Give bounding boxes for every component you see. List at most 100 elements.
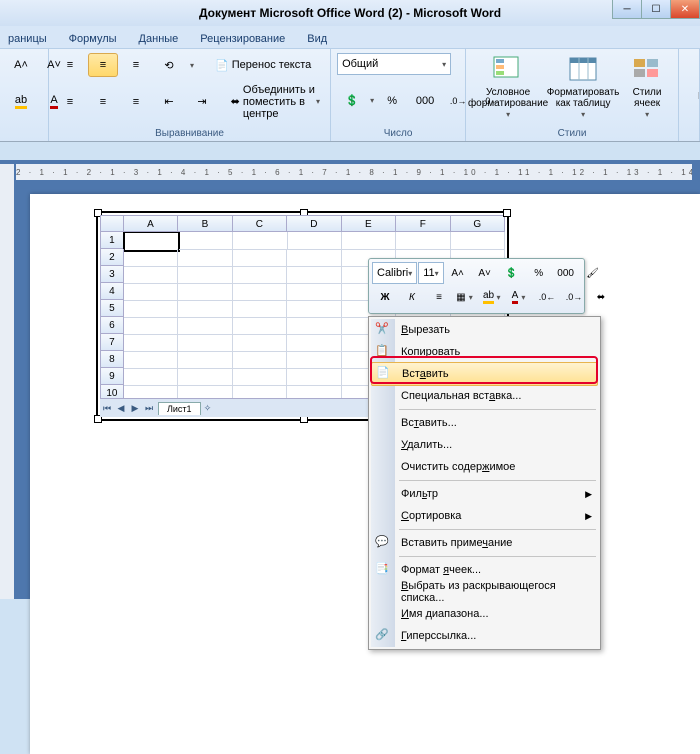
ctx-name-range[interactable]: Имя диапазона...: [371, 603, 598, 625]
align-middle-button[interactable]: ≡: [88, 53, 118, 77]
cell[interactable]: [124, 249, 178, 267]
number-format-combo[interactable]: Общий▾: [337, 53, 451, 75]
row-header[interactable]: 8: [100, 351, 124, 368]
cell[interactable]: [287, 368, 341, 386]
select-all-corner[interactable]: [100, 215, 124, 232]
mini-format-painter[interactable]: 🖌: [580, 262, 606, 284]
accounting-format-button[interactable]: 💲: [337, 89, 367, 113]
fill-color-button[interactable]: ab: [6, 90, 36, 114]
maximize-button[interactable]: ☐: [641, 0, 671, 19]
tab-review[interactable]: Рецензирование: [192, 30, 293, 48]
cell[interactable]: [287, 300, 341, 318]
mini-inc-decimal[interactable]: .0→: [561, 286, 587, 308]
vertical-ruler[interactable]: [0, 164, 14, 599]
mini-italic[interactable]: К: [399, 286, 425, 308]
tab-pages[interactable]: раницы: [0, 30, 55, 48]
mini-font-combo[interactable]: Calibri▾: [372, 262, 417, 284]
cell[interactable]: [178, 300, 232, 318]
cell[interactable]: [124, 334, 178, 352]
cell[interactable]: [233, 283, 287, 301]
col-header-c[interactable]: C: [233, 215, 287, 232]
grow-font-button[interactable]: A˄: [6, 53, 36, 77]
row-header[interactable]: 4: [100, 283, 124, 300]
cell[interactable]: [124, 368, 178, 386]
row-header[interactable]: 10: [100, 385, 124, 398]
col-header-e[interactable]: E: [342, 215, 396, 232]
format-as-table-button[interactable]: Форматировать как таблицу▾: [547, 52, 619, 120]
row-header[interactable]: 6: [100, 317, 124, 334]
sheet-nav-last[interactable]: ⏭: [142, 403, 156, 414]
increase-indent-button[interactable]: ⇥: [187, 90, 217, 114]
mini-grow-font[interactable]: A˄: [445, 262, 471, 284]
cell[interactable]: [233, 334, 287, 352]
mini-comma[interactable]: 000: [553, 262, 579, 284]
col-header-d[interactable]: D: [287, 215, 341, 232]
mini-percent[interactable]: %: [526, 262, 552, 284]
cell[interactable]: [124, 385, 178, 398]
mini-shrink-font[interactable]: A˅: [472, 262, 498, 284]
new-sheet-button[interactable]: ✧: [201, 403, 215, 414]
ctx-filter[interactable]: Фильтр▶: [371, 483, 598, 505]
ctx-paste[interactable]: 📄Вставить: [371, 362, 598, 386]
cell[interactable]: [233, 351, 287, 369]
cell[interactable]: [124, 300, 178, 318]
cell[interactable]: [179, 232, 233, 250]
close-button[interactable]: ✕: [670, 0, 700, 19]
align-top-button[interactable]: ≡: [55, 53, 85, 77]
ctx-cut[interactable]: ✂️Вырезать: [371, 319, 598, 341]
decrease-indent-button[interactable]: ⇤: [154, 90, 184, 114]
merge-center-button[interactable]: ⬌ Объединить и поместить в центре▾: [227, 90, 324, 114]
ctx-paste-special[interactable]: Специальная вставка...: [371, 385, 598, 407]
insert-cells-button[interactable]: ➕Вст: [685, 53, 700, 121]
cell[interactable]: [124, 266, 178, 284]
ctx-insert-comment[interactable]: 💬Вставить примечание: [371, 532, 598, 554]
ctx-insert[interactable]: Вставить...: [371, 412, 598, 434]
sheet-nav-first[interactable]: ⏮: [100, 403, 114, 414]
cell[interactable]: [233, 249, 287, 267]
wrap-text-button[interactable]: 📄 Перенос текста: [211, 53, 315, 77]
comma-format-button[interactable]: 000: [410, 89, 440, 113]
cell[interactable]: [287, 317, 341, 335]
cell[interactable]: [233, 385, 287, 398]
cell[interactable]: [233, 232, 287, 250]
mini-size-combo[interactable]: 11▾: [418, 262, 443, 284]
cell[interactable]: [178, 249, 232, 267]
cell[interactable]: [233, 266, 287, 284]
cell[interactable]: [178, 385, 232, 398]
cell-styles-button[interactable]: Стили ячеек▾: [622, 52, 672, 120]
mini-merge[interactable]: ⬌: [588, 286, 614, 308]
row-header[interactable]: 5: [100, 300, 124, 317]
cell[interactable]: [288, 232, 342, 250]
cell[interactable]: [287, 283, 341, 301]
cell[interactable]: [342, 232, 396, 250]
sheet-nav-prev[interactable]: ◀: [114, 403, 128, 414]
cell[interactable]: [178, 334, 232, 352]
mini-accounting[interactable]: 💲: [499, 262, 525, 284]
tab-formulas[interactable]: Формулы: [61, 30, 125, 48]
row-header[interactable]: 2: [100, 249, 124, 266]
col-header-a[interactable]: A: [124, 215, 178, 232]
cell[interactable]: [178, 368, 232, 386]
cell[interactable]: [233, 368, 287, 386]
row-header[interactable]: 7: [100, 334, 124, 351]
align-right-button[interactable]: ≡: [121, 90, 151, 114]
cell[interactable]: [124, 351, 178, 369]
align-bottom-button[interactable]: ≡: [121, 53, 151, 77]
cell[interactable]: [451, 232, 505, 250]
cell[interactable]: [287, 385, 341, 398]
cell[interactable]: [287, 249, 341, 267]
mini-fill-color[interactable]: ab▾: [480, 286, 506, 308]
ctx-pick-from-list[interactable]: Выбрать из раскрывающегося списка...: [371, 581, 598, 603]
col-header-b[interactable]: B: [178, 215, 232, 232]
percent-format-button[interactable]: %: [377, 89, 407, 113]
horizontal-ruler[interactable]: 2 · 1 · 1 · 2 · 1 · 3 · 1 · 4 · 1 · 5 · …: [16, 164, 692, 180]
conditional-formatting-button[interactable]: Условное форматирование▾: [472, 52, 544, 120]
row-header[interactable]: 9: [100, 368, 124, 385]
cell[interactable]: [178, 317, 232, 335]
cell[interactable]: [124, 317, 178, 335]
cell[interactable]: [178, 283, 232, 301]
row-header[interactable]: 1: [100, 232, 124, 249]
row-header[interactable]: 3: [100, 266, 124, 283]
col-header-g[interactable]: G: [451, 215, 505, 232]
orientation-button[interactable]: ⟲: [154, 53, 184, 77]
